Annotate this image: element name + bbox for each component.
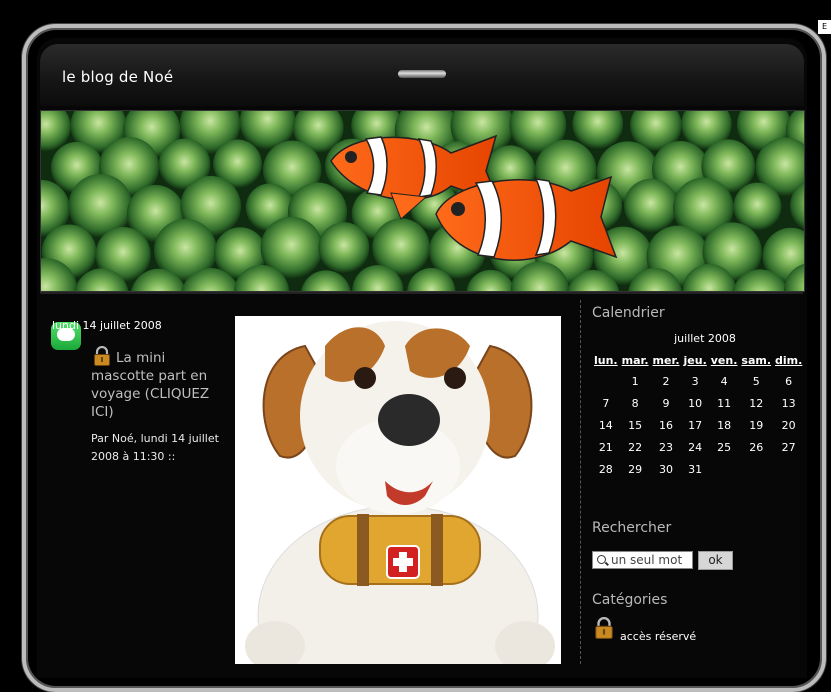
categories-heading: Catégories bbox=[592, 592, 668, 608]
calendar-table: lun. mar. mer. jeu. ven. sam. dim. 1 2 3 4 5 6 7 8 9 10… bbox=[592, 350, 804, 480]
calendar-month: juillet 2008 bbox=[674, 332, 736, 345]
calendar-day bbox=[709, 458, 740, 480]
calendar-day[interactable]: 22 bbox=[620, 436, 651, 458]
calendar-day[interactable]: 20 bbox=[773, 414, 804, 436]
search-field[interactable] bbox=[592, 551, 693, 569]
calendar-day[interactable]: 1 bbox=[620, 370, 651, 392]
calendar-day[interactable]: 28 bbox=[592, 458, 620, 480]
post-title-line-3: voyage (CLIQUEZ bbox=[91, 386, 210, 402]
corner-label: E bbox=[818, 20, 831, 34]
blog-title[interactable]: le blog de Noé bbox=[62, 68, 173, 86]
calendar-weekday: mar. bbox=[621, 353, 649, 367]
search-icon bbox=[597, 555, 606, 564]
anemone-shape bbox=[733, 182, 782, 231]
calendar-day[interactable]: 6 bbox=[773, 370, 804, 392]
calendar-day[interactable]: 26 bbox=[739, 436, 773, 458]
category-link-acces-reserve[interactable]: accès réservé bbox=[620, 630, 696, 643]
calendar-day[interactable]: 11 bbox=[709, 392, 740, 414]
calendar-day[interactable]: 14 bbox=[592, 414, 620, 436]
calendar-day bbox=[592, 370, 620, 392]
calendar-day[interactable]: 16 bbox=[651, 414, 682, 436]
post-title-line-1: La mini bbox=[116, 350, 166, 366]
calendar-day[interactable]: 29 bbox=[620, 458, 651, 480]
calendar-weekday: dim. bbox=[775, 353, 803, 367]
post-date: lundi 14 juillet 2008 bbox=[52, 319, 162, 332]
calendar-day[interactable]: 25 bbox=[709, 436, 740, 458]
calendar-day[interactable]: 27 bbox=[773, 436, 804, 458]
post-title-line-2: mascotte part en bbox=[91, 368, 208, 384]
anemone-shape bbox=[624, 178, 678, 233]
calendar-day[interactable]: 17 bbox=[682, 414, 709, 436]
anemone-shape bbox=[318, 222, 370, 274]
search-input[interactable] bbox=[611, 552, 691, 568]
padlock-icon bbox=[595, 617, 613, 639]
post-meta-line-1: Par Noé, lundi 14 juillet bbox=[91, 432, 219, 445]
post-meta-line-2: 2008 à 11:30 :: bbox=[91, 450, 176, 463]
search-ok-button[interactable]: ok bbox=[698, 551, 733, 570]
header-banner-image bbox=[40, 110, 805, 292]
calendar-day[interactable]: 2 bbox=[651, 370, 682, 392]
calendar-day[interactable]: 10 bbox=[682, 392, 709, 414]
calendar-day[interactable]: 19 bbox=[739, 414, 773, 436]
sidebar-divider bbox=[580, 300, 581, 664]
search-heading: Rechercher bbox=[592, 520, 672, 536]
calendar-day[interactable]: 3 bbox=[682, 370, 709, 392]
calendar-day[interactable]: 13 bbox=[773, 392, 804, 414]
post-title-link[interactable]: La mini mascotte part en voyage (CLIQUEZ… bbox=[91, 349, 231, 421]
calendar-weekday: jeu. bbox=[683, 353, 707, 367]
calendar-day[interactable]: 7 bbox=[592, 392, 620, 414]
content-divider bbox=[40, 292, 803, 294]
calendar-day[interactable]: 24 bbox=[682, 436, 709, 458]
post-title-line-4: ICI) bbox=[91, 404, 114, 420]
calendar-day[interactable]: 30 bbox=[651, 458, 682, 480]
calendar-weekday: lun. bbox=[594, 353, 618, 367]
calendar-weekday: mer. bbox=[652, 353, 680, 367]
calendar-day[interactable]: 18 bbox=[709, 414, 740, 436]
calendar-heading: Calendrier bbox=[592, 305, 665, 321]
calendar-day[interactable]: 15 bbox=[620, 414, 651, 436]
calendar-day[interactable]: 5 bbox=[739, 370, 773, 392]
calendar-day[interactable]: 9 bbox=[651, 392, 682, 414]
home-button[interactable] bbox=[398, 70, 446, 78]
calendar-day bbox=[773, 458, 804, 480]
calendar-day[interactable]: 12 bbox=[739, 392, 773, 414]
post-meta: Par Noé, lundi 14 juillet 2008 à 11:30 :… bbox=[91, 430, 231, 466]
calendar-day[interactable]: 31 bbox=[682, 458, 709, 480]
calendar-day[interactable]: 21 bbox=[592, 436, 620, 458]
calendar-day bbox=[739, 458, 773, 480]
calendar-day[interactable]: 8 bbox=[620, 392, 651, 414]
calendar-day[interactable]: 23 bbox=[651, 436, 682, 458]
calendar-day[interactable]: 4 bbox=[709, 370, 740, 392]
calendar-weekday: ven. bbox=[710, 353, 738, 367]
calendar-weekday: sam. bbox=[741, 353, 772, 367]
post-photo-plush-dog[interactable] bbox=[235, 316, 561, 664]
